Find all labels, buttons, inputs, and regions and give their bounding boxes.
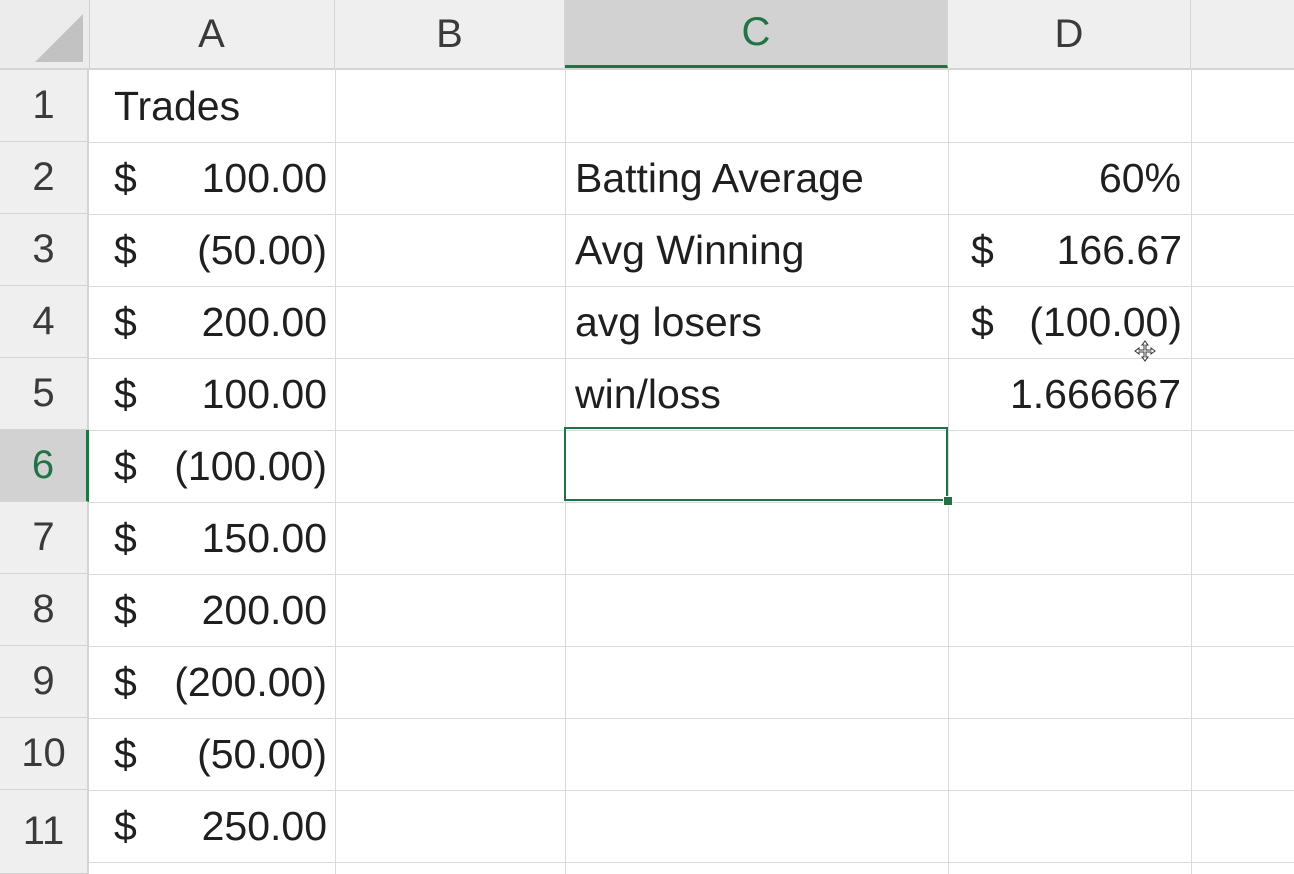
column-header-a[interactable]: A xyxy=(89,0,335,68)
row-header-10[interactable]: 10 xyxy=(0,718,89,790)
gridline xyxy=(1191,68,1192,874)
row-header-7[interactable]: 7 xyxy=(0,502,89,574)
cell-a9[interactable]: $ (200.00) xyxy=(114,646,327,718)
gridline xyxy=(89,862,1294,863)
cell-d5-win-loss-value[interactable]: 1.666667 xyxy=(948,358,1191,430)
spreadsheet-grid: A B C D 1 2 3 4 5 6 7 8 9 10 11 Trades $… xyxy=(0,0,1294,874)
row-header-2[interactable]: 2 xyxy=(0,142,89,214)
row-header-8[interactable]: 8 xyxy=(0,574,89,646)
cell-d2-batting-average-value[interactable]: 60% xyxy=(948,142,1191,214)
row-header-11[interactable]: 11 xyxy=(0,790,89,874)
cell-a7[interactable]: $150.00 xyxy=(114,502,327,574)
cell-d3-avg-winning-value[interactable]: $166.67 xyxy=(971,214,1182,286)
cell-c5-win-loss-label[interactable]: win/loss xyxy=(565,358,948,430)
cell-a3[interactable]: $ (50.00) xyxy=(114,214,327,286)
cell-a1-trades-header[interactable]: Trades xyxy=(104,70,335,142)
row-header-6[interactable]: 6 xyxy=(0,430,89,502)
row-header-3[interactable]: 3 xyxy=(0,214,89,286)
cell-a11[interactable]: $250.00 xyxy=(114,790,327,862)
select-all-button[interactable] xyxy=(0,0,90,68)
select-all-icon xyxy=(35,14,83,62)
cell-a10[interactable]: $ (50.00) xyxy=(114,718,327,790)
cell-c3-avg-winning-label[interactable]: Avg Winning xyxy=(565,214,948,286)
cell-a2[interactable]: $100.00 xyxy=(114,142,327,214)
column-header-c[interactable]: C xyxy=(565,0,948,68)
cell-a6[interactable]: $ (100.00) xyxy=(114,430,327,502)
move-cursor-icon xyxy=(1134,340,1156,362)
row-header-5[interactable]: 5 xyxy=(0,358,89,430)
cell-a5[interactable]: $100.00 xyxy=(114,358,327,430)
fill-handle[interactable] xyxy=(943,496,953,506)
cell-c2-batting-average-label[interactable]: Batting Average xyxy=(565,142,948,214)
row-header-4[interactable]: 4 xyxy=(0,286,89,358)
column-header-b[interactable]: B xyxy=(335,0,565,68)
cell-c4-avg-losers-label[interactable]: avg losers xyxy=(565,286,948,358)
row-header-1[interactable]: 1 xyxy=(0,70,89,142)
cell-a8[interactable]: $200.00 xyxy=(114,574,327,646)
column-header-d[interactable]: D xyxy=(948,0,1191,68)
row-header-9[interactable]: 9 xyxy=(0,646,89,718)
gridline xyxy=(335,68,336,874)
cell-a4[interactable]: $200.00 xyxy=(114,286,327,358)
active-cell-c6[interactable] xyxy=(564,427,948,501)
